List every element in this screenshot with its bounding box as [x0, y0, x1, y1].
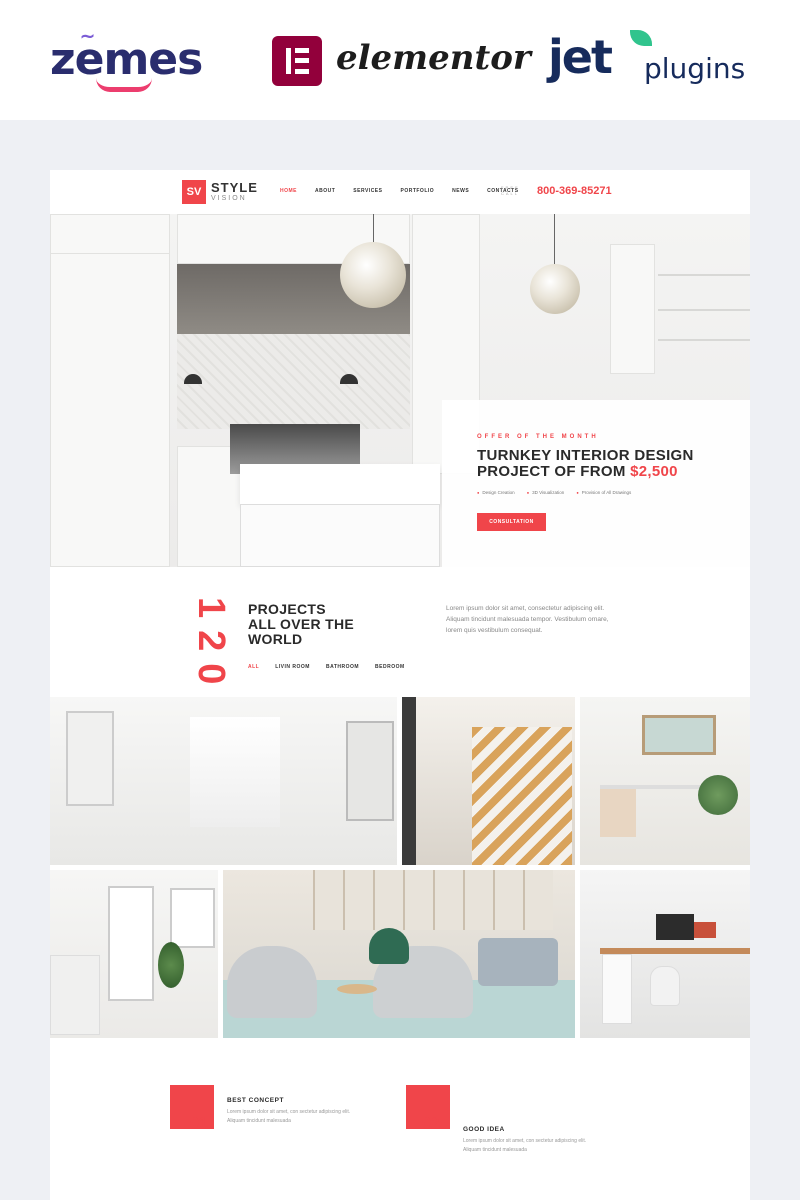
projects-title-line1: PROJECTS: [248, 601, 326, 617]
leaf-icon: [630, 30, 652, 46]
project-filters: ALL LIVIN ROOM BATHROOM BEDROOM: [248, 664, 405, 670]
gallery-image-white-hall[interactable]: [50, 697, 397, 865]
gallery-image-hallway[interactable]: [50, 870, 218, 1038]
offer-title: TURNKEY INTERIOR DESIGN PROJECT OF FROM …: [477, 448, 694, 480]
site-logo-line1[interactable]: STYLE: [211, 180, 258, 195]
feature-title: GOOD IDEA: [463, 1126, 505, 1133]
filter-bedroom[interactable]: BEDROOM: [375, 664, 405, 670]
window: [346, 721, 394, 821]
menu-item-about[interactable]: ABOUT: [315, 188, 335, 194]
hero-image: OFFER OF THE MONTH TURNKEY INTERIOR DESI…: [50, 214, 750, 567]
drawer-unit: [602, 954, 632, 1024]
right-cabinet: [610, 244, 655, 374]
jet-text: JET: [548, 30, 613, 84]
consultation-button[interactable]: CONSULTATION: [477, 513, 546, 531]
offer-feature: Provision of All Drawings: [576, 490, 632, 495]
offer-panel: OFFER OF THE MONTH TURNKEY INTERIOR DESI…: [442, 400, 750, 567]
gallery-image-lounge[interactable]: [223, 870, 575, 1038]
menu-item-news[interactable]: NEWS: [452, 188, 469, 194]
elementor-icon: [272, 36, 322, 86]
pendant-light-1: [340, 242, 406, 308]
feature-text: Lorem ipsum dolor sit amet, con sectetur…: [463, 1138, 587, 1153]
elementor-wordmark: elementor: [336, 38, 531, 78]
backsplash: [177, 334, 410, 429]
free-call-label: FREE CALL: [501, 185, 520, 196]
plugins-wordmark: plugins: [644, 52, 746, 85]
left-cabinet: [50, 214, 170, 567]
menu-item-services[interactable]: SERVICES: [353, 188, 382, 194]
site-preview: SV STYLE VISION HOME ABOUT SERVICES PORT…: [50, 170, 750, 1200]
kitchen-island: [240, 504, 440, 567]
chair: [650, 966, 680, 1006]
feature-number: 02: [422, 1115, 440, 1132]
projects-count: 120: [190, 597, 232, 697]
doorway: [190, 717, 280, 827]
offer-feature: 3D Visualization: [527, 490, 564, 495]
shelf-3: [658, 339, 750, 341]
shelf-1: [658, 274, 750, 276]
site-logo-line2: VISION: [211, 195, 247, 202]
feature-number: 01: [190, 1115, 208, 1132]
projects-description: Lorem ipsum dolor sit amet, consectetur …: [446, 605, 609, 634]
filter-bathroom[interactable]: BATHROOM: [326, 664, 359, 670]
stairs: [472, 727, 572, 865]
window: [170, 888, 215, 948]
brand-bar: ∼ zemes elementor JET plugins: [0, 0, 800, 120]
gallery-image-workspace[interactable]: [580, 870, 750, 1038]
laptop: [694, 922, 716, 938]
window: [66, 711, 114, 806]
door: [108, 886, 154, 1001]
chair: [600, 789, 636, 837]
jet-wordmark: JET: [548, 30, 613, 84]
gallery-image-desk[interactable]: [580, 697, 750, 865]
projects-title-line3: WORLD: [248, 631, 303, 647]
main-menu: HOME ABOUT SERVICES PORTFOLIO NEWS CONTA…: [280, 188, 519, 194]
wall-shadow: [402, 697, 416, 865]
offer-title-line1: TURNKEY INTERIOR DESIGN: [477, 447, 694, 464]
pendant-cord-1: [373, 214, 374, 244]
monitor: [656, 914, 694, 940]
left-cabinet-upper: [50, 214, 170, 254]
projects-section: 120 PROJECTS ALL OVER THE WORLD ALL LIVI…: [50, 567, 750, 697]
projects-title: PROJECTS ALL OVER THE WORLD: [248, 602, 388, 647]
shelf-2: [658, 309, 750, 311]
pendant-light-2: [530, 264, 580, 314]
filter-all[interactable]: ALL: [248, 664, 259, 670]
site-header: SV STYLE VISION HOME ABOUT SERVICES PORT…: [50, 170, 750, 214]
armchair: [227, 946, 317, 1018]
site-logo-mark[interactable]: SV: [182, 180, 206, 204]
feature-title: BEST CONCEPT: [227, 1097, 284, 1104]
offer-features: Design Creation 3D Visualization Provisi…: [477, 490, 631, 495]
offer-feature: Design Creation: [477, 490, 514, 495]
smile-icon: [96, 78, 152, 92]
menu-item-portfolio[interactable]: PORTFOLIO: [400, 188, 434, 194]
green-chair: [369, 928, 409, 964]
phone-number[interactable]: 800-369-85271: [537, 185, 612, 197]
sofa: [478, 938, 558, 986]
gallery-image-staircase[interactable]: [402, 697, 575, 865]
filter-living-room[interactable]: LIVIN ROOM: [275, 664, 310, 670]
pendant-cord-2: [554, 214, 555, 266]
offer-kicker: OFFER OF THE MONTH: [477, 434, 599, 440]
counter: [50, 955, 100, 1035]
artwork: [642, 715, 716, 755]
projects-title-line2: ALL OVER THE: [248, 616, 355, 632]
feature-text: Lorem ipsum dolor sit amet, con sectetur…: [227, 1109, 351, 1124]
window-frame: [313, 870, 553, 930]
menu-item-home[interactable]: HOME: [280, 188, 297, 194]
side-table: [337, 984, 377, 994]
plant: [698, 775, 738, 815]
offer-title-line2: PROJECT OF FROM: [477, 463, 631, 480]
offer-price: $2,500: [630, 463, 678, 480]
plant: [158, 942, 184, 988]
island-top: [240, 464, 440, 504]
